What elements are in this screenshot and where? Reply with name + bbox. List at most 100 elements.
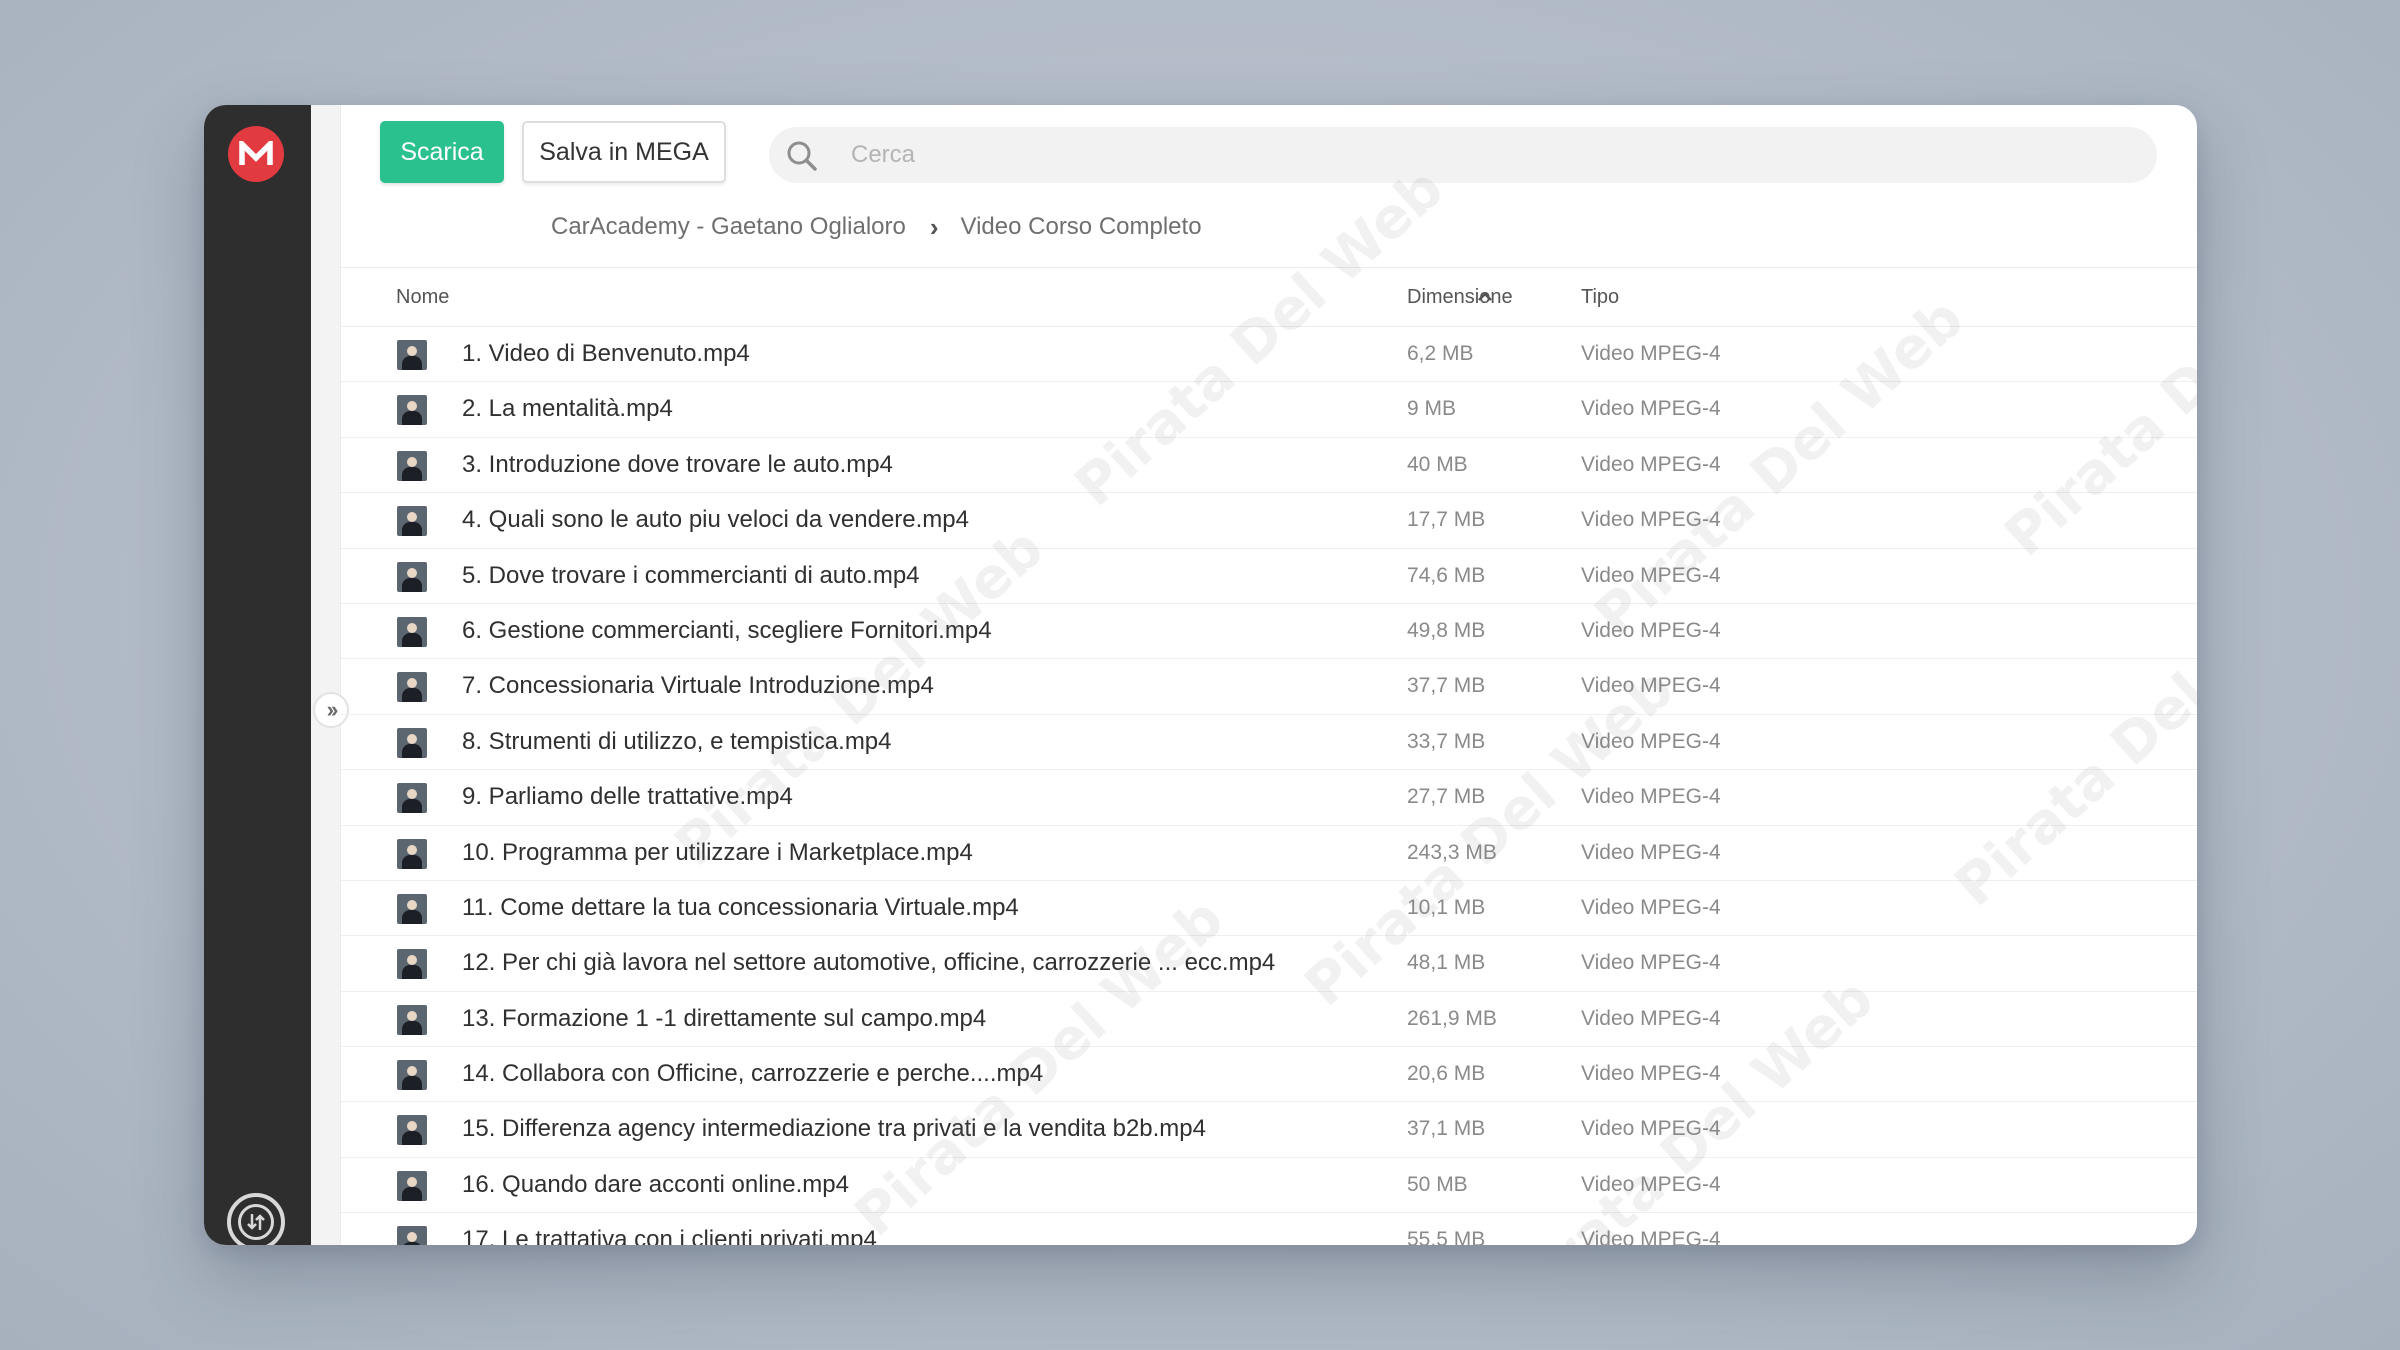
file-size: 9 MB (1407, 397, 1457, 421)
file-row[interactable]: 13. Formazione 1 -1 direttamente sul cam… (341, 992, 2197, 1048)
video-thumbnail-icon (397, 395, 427, 426)
file-type: Video MPEG-4 (1581, 729, 1721, 753)
file-name[interactable]: 2. La mentalità.mp4 (462, 395, 673, 423)
file-name[interactable]: 9. Parliamo delle trattative.mp4 (462, 783, 793, 811)
video-thumbnail-icon (397, 1226, 427, 1245)
file-name[interactable]: 17. Le trattativa con i clienti privati.… (462, 1226, 877, 1245)
file-size: 10,1 MB (1407, 895, 1486, 919)
file-size: 27,7 MB (1407, 785, 1486, 809)
file-type: Video MPEG-4 (1581, 1228, 1721, 1245)
file-type: Video MPEG-4 (1581, 840, 1721, 864)
file-type: Video MPEG-4 (1581, 342, 1721, 365)
file-size: 55,5 MB (1407, 1228, 1486, 1245)
file-size: 48,1 MB (1407, 951, 1486, 975)
file-row[interactable]: 4. Quali sono le auto piu veloci da vend… (341, 493, 2197, 549)
file-name[interactable]: 13. Formazione 1 -1 direttamente sul cam… (462, 1005, 986, 1033)
video-thumbnail-icon (397, 838, 427, 869)
file-size: 20,6 MB (1407, 1062, 1486, 1086)
file-size: 243,3 MB (1407, 840, 1497, 864)
breadcrumb-item-caracademy[interactable]: CarAcademy - Gaetano Oglialoro (551, 213, 906, 241)
file-size: 37,1 MB (1407, 1117, 1486, 1141)
video-thumbnail-icon (397, 1060, 427, 1091)
mega-file-browser-window: ›› Scarica Salva in MEGA CarAcademy - Ga… (204, 105, 2197, 1245)
video-thumbnail-icon (397, 1115, 427, 1146)
column-header-size[interactable]: Dimensione (1407, 286, 1513, 309)
video-thumbnail-icon (397, 1004, 427, 1035)
file-size: 6,2 MB (1407, 342, 1474, 365)
video-thumbnail-icon (397, 340, 427, 370)
search-icon (785, 139, 819, 178)
file-size: 261,9 MB (1407, 1006, 1497, 1030)
video-thumbnail-icon (397, 949, 427, 980)
file-size: 37,7 MB (1407, 674, 1486, 698)
file-size: 40 MB (1407, 452, 1468, 476)
double-chevron-right-icon: ›› (326, 697, 339, 722)
file-name[interactable]: 1. Video di Benvenuto.mp4 (462, 340, 750, 368)
video-thumbnail-icon (397, 506, 427, 537)
video-thumbnail-icon (397, 616, 427, 647)
file-name[interactable]: 12. Per chi già lavora nel settore autom… (462, 949, 1275, 977)
file-list-header: Nome Dimensione Tipo (341, 267, 2197, 327)
mega-logo-icon[interactable] (228, 126, 284, 182)
file-row[interactable]: 1. Video di Benvenuto.mp4 6,2 MB Video MPE… (341, 327, 2197, 383)
file-name[interactable]: 14. Collabora con Officine, carrozzerie … (462, 1060, 1043, 1088)
file-type: Video MPEG-4 (1581, 618, 1721, 642)
column-header-type[interactable]: Tipo (1581, 286, 1619, 309)
file-name[interactable]: 5. Dove trovare i commercianti di auto.m… (462, 562, 920, 590)
file-size: 49,8 MB (1407, 618, 1486, 642)
file-size: 33,7 MB (1407, 729, 1486, 753)
collapsed-panel-rail (311, 105, 341, 1245)
file-row[interactable]: 15. Differenza agency intermediazione tr… (341, 1102, 2197, 1158)
breadcrumb-separator-icon: › (929, 211, 939, 242)
search-input[interactable] (851, 127, 2131, 183)
file-row[interactable]: 8. Strumenti di utilizzo, e tempistica.m… (341, 715, 2197, 771)
file-row[interactable]: 10. Programma per utilizzare i Marketpla… (341, 826, 2197, 881)
file-type: Video MPEG-4 (1581, 452, 1721, 476)
file-name[interactable]: 11. Come dettare la tua concessionaria V… (462, 894, 1019, 922)
file-type: Video MPEG-4 (1581, 1006, 1721, 1030)
file-size: 50 MB (1407, 1172, 1468, 1196)
file-name[interactable]: 4. Quali sono le auto piu veloci da vend… (462, 506, 969, 534)
save-to-mega-button[interactable]: Salva in MEGA (522, 121, 726, 183)
file-name[interactable]: 16. Quando dare acconti online.mp4 (462, 1171, 849, 1199)
left-sidebar (204, 105, 311, 1245)
search-bar[interactable] (769, 127, 2157, 183)
video-thumbnail-icon (397, 672, 427, 703)
file-row[interactable]: 5. Dove trovare i commercianti di auto.m… (341, 549, 2197, 604)
file-row[interactable]: 14. Collabora con Officine, carrozzerie … (341, 1047, 2197, 1103)
column-header-name[interactable]: Nome (396, 286, 449, 309)
file-row[interactable]: 2. La mentalità.mp4 9 MB Video MPEG-4 (341, 382, 2197, 438)
file-size: 17,7 MB (1407, 508, 1486, 532)
file-name[interactable]: 15. Differenza agency intermediazione tr… (462, 1115, 1206, 1143)
breadcrumb-item-video-corso[interactable]: Video Corso Completo (961, 213, 1202, 241)
file-type: Video MPEG-4 (1581, 785, 1721, 809)
file-type: Video MPEG-4 (1581, 895, 1721, 919)
file-type: Video MPEG-4 (1581, 1117, 1721, 1141)
file-row[interactable]: 16. Quando dare acconti online.mp4 50 MB V… (341, 1158, 2197, 1214)
breadcrumb: CarAcademy - Gaetano Oglialoro › Video C… (551, 209, 1202, 245)
file-row[interactable]: 3. Introduzione dove trovare le auto.mp4… (341, 438, 2197, 494)
file-row[interactable]: 7. Concessionaria Virtuale Introduzione.… (341, 659, 2197, 715)
file-type: Video MPEG-4 (1581, 397, 1721, 421)
file-name[interactable]: 7. Concessionaria Virtuale Introduzione.… (462, 672, 934, 700)
file-name[interactable]: 8. Strumenti di utilizzo, e tempistica.m… (462, 728, 892, 756)
video-thumbnail-icon (397, 1170, 427, 1201)
file-name[interactable]: 3. Introduzione dove trovare le auto.mp4 (462, 451, 893, 479)
file-name[interactable]: 6. Gestione commercianti, scegliere Forn… (462, 617, 992, 645)
file-type: Video MPEG-4 (1581, 1062, 1721, 1086)
file-list: 1. Video di Benvenuto.mp4 6,2 MB Video MPE… (341, 327, 2197, 1245)
file-row[interactable]: 17. Le trattativa con i clienti privati.… (341, 1213, 2197, 1245)
video-thumbnail-icon (397, 561, 427, 592)
video-thumbnail-icon (397, 450, 427, 481)
file-type: Video MPEG-4 (1581, 563, 1721, 587)
file-type: Video MPEG-4 (1581, 674, 1721, 698)
video-thumbnail-icon (397, 727, 427, 758)
transfer-icon[interactable] (227, 1193, 285, 1245)
file-row[interactable]: 9. Parliamo delle trattative.mp4 27,7 MB V… (341, 770, 2197, 826)
download-button[interactable]: Scarica (380, 121, 504, 183)
file-row[interactable]: 6. Gestione commercianti, scegliere Forn… (341, 604, 2197, 660)
file-name[interactable]: 10. Programma per utilizzare i Marketpla… (462, 839, 973, 867)
video-thumbnail-icon (397, 893, 427, 924)
file-row[interactable]: 12. Per chi già lavora nel settore autom… (341, 936, 2197, 992)
file-row[interactable]: 11. Come dettare la tua concessionaria V… (341, 881, 2197, 937)
